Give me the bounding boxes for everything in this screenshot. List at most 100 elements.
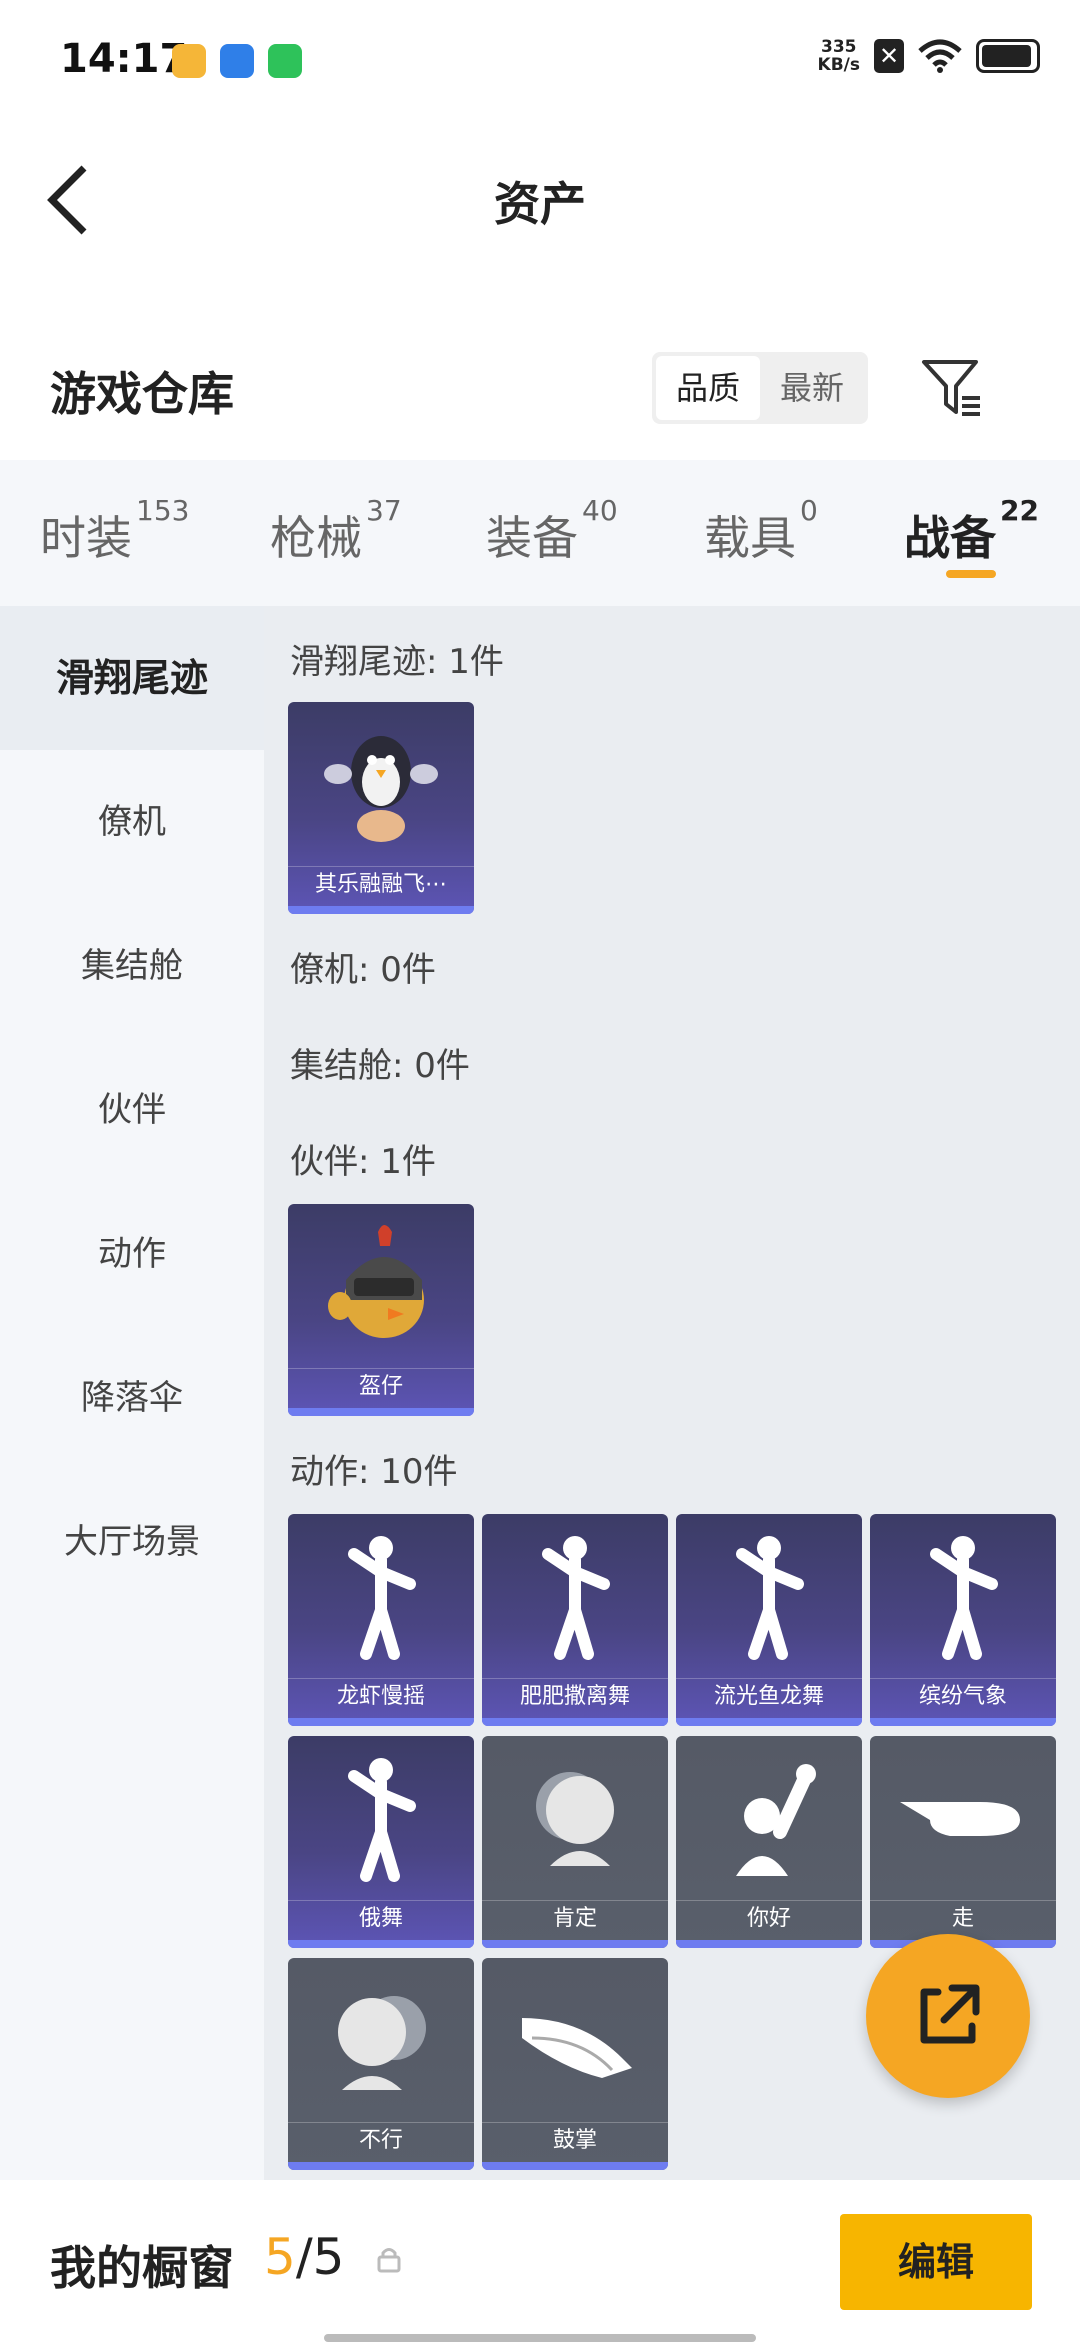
wave-hand-icon <box>736 1764 816 1876</box>
rarity-bar <box>676 1940 862 1948</box>
tab-vehicles[interactable]: 载具0 <box>704 494 818 568</box>
warehouse-header: 游戏仓库 品质 最新 <box>0 310 1080 460</box>
penguin-icon <box>324 736 438 842</box>
nod-head-icon <box>536 1772 614 1866</box>
external-link-icon <box>920 1984 980 2044</box>
item-card[interactable]: 其乐融融飞⋯ <box>288 702 474 914</box>
showcase-total: 5 <box>312 2228 345 2286</box>
emote-card[interactable]: 肯定 <box>482 1736 668 1948</box>
sidebar-item-wingman[interactable]: 僚机 <box>0 750 264 894</box>
share-fab-button[interactable] <box>866 1934 1030 2098</box>
tab-count: 22 <box>1000 494 1039 527</box>
sidebar-item-glide-trail[interactable]: 滑翔尾迹 <box>0 606 264 750</box>
clap-hands-icon <box>522 2018 632 2078</box>
item-name: 不行 <box>288 2122 474 2158</box>
item-name: 俄舞 <box>288 1900 474 1936</box>
tab-weapons[interactable]: 枪械37 <box>270 494 402 568</box>
rarity-bar <box>288 1718 474 1726</box>
emote-card[interactable]: 肥肥撒离舞 <box>482 1514 668 1726</box>
sidebar-item-companion[interactable]: 伙伴 <box>0 1038 264 1182</box>
emote-card[interactable]: 你好 <box>676 1736 862 1948</box>
tab-count: 37 <box>366 494 402 527</box>
rarity-bar <box>676 1718 862 1726</box>
bulb-app-icon <box>172 44 206 78</box>
dance-figure-icon <box>542 1536 610 1660</box>
section-title: 滑翔尾迹: 1件 <box>290 642 504 682</box>
status-icons: 335 KB/s ✕ <box>818 38 1040 74</box>
wechat-icon <box>268 44 302 78</box>
showcase-title: 我的橱窗 <box>50 2241 234 2295</box>
tab-count: 40 <box>582 494 618 527</box>
item-name: 走 <box>870 1900 1056 1936</box>
rarity-bar <box>288 2162 474 2170</box>
emote-card[interactable]: 俄舞 <box>288 1736 474 1948</box>
filter-icon[interactable] <box>920 358 984 418</box>
rarity-bar <box>482 1718 668 1726</box>
dance-figure-icon <box>348 1536 416 1660</box>
rarity-bar <box>288 906 474 914</box>
active-tab-indicator <box>946 570 996 578</box>
item-name: 缤纷气象 <box>870 1678 1056 1714</box>
battery-icon <box>976 39 1040 73</box>
x-app-icon: ✕ <box>874 39 904 73</box>
tab-fashion[interactable]: 时装153 <box>40 494 189 568</box>
rarity-bar <box>870 1718 1056 1726</box>
sidebar-item-parachute[interactable]: 降落伞 <box>0 1326 264 1470</box>
net-speed-unit: KB/s <box>817 55 860 75</box>
emote-card[interactable]: 龙虾慢摇 <box>288 1514 474 1726</box>
category-tabs: 时装153 枪械37 装备40 载具0 战备22 <box>0 460 1080 606</box>
warehouse-title: 游戏仓库 <box>50 367 234 421</box>
tab-equipment[interactable]: 装备40 <box>486 494 618 568</box>
sidebar: 滑翔尾迹 僚机 集结舱 伙伴 动作 降落伞 大厅场景 <box>0 606 264 2180</box>
dance-figure-icon <box>348 1758 416 1882</box>
item-card[interactable]: 盔仔 <box>288 1204 474 1416</box>
section-title: 伙伴: 1件 <box>290 1142 436 1182</box>
sort-quality-button[interactable]: 品质 <box>656 356 760 420</box>
emote-card[interactable]: 流光鱼龙舞 <box>676 1514 862 1726</box>
status-bar: 14:17 335 KB/s ✕ <box>0 0 1080 120</box>
net-speed: 335 KB/s <box>818 38 860 74</box>
battery-level <box>982 45 1032 67</box>
dance-figure-icon <box>930 1536 998 1660</box>
emote-card[interactable]: 鼓掌 <box>482 1958 668 2170</box>
section-title: 动作: 10件 <box>290 1452 458 1492</box>
item-name: 肥肥撒离舞 <box>482 1678 668 1714</box>
home-indicator <box>324 2334 756 2342</box>
dance-figure-icon <box>736 1536 804 1660</box>
item-name: 龙虾慢摇 <box>288 1678 474 1714</box>
rarity-bar <box>482 2162 668 2170</box>
tab-count: 153 <box>136 494 190 527</box>
showcase-separator: / <box>295 2228 313 2286</box>
tab-label: 装备 <box>486 511 578 565</box>
shake-head-icon <box>338 1996 426 2090</box>
tab-label: 枪械 <box>270 511 362 565</box>
tab-combat-gear[interactable]: 战备22 <box>904 494 1039 568</box>
emote-card[interactable]: 不行 <box>288 1958 474 2170</box>
clock: 14:17 <box>60 36 188 82</box>
emote-card[interactable]: 缤纷气象 <box>870 1514 1056 1726</box>
sort-toggle: 品质 最新 <box>652 352 868 424</box>
sort-newest-button[interactable]: 最新 <box>760 356 864 420</box>
rarity-bar <box>288 1940 474 1948</box>
page-title: 资产 <box>494 177 586 231</box>
showcase-current: 5 <box>264 2228 296 2286</box>
sidebar-item-assembly-pod[interactable]: 集结舱 <box>0 894 264 1038</box>
item-name: 鼓掌 <box>482 2122 668 2158</box>
sidebar-item-lobby-scene[interactable]: 大厅场景 <box>0 1470 264 1614</box>
edit-button[interactable]: 编辑 <box>840 2214 1032 2310</box>
item-name: 肯定 <box>482 1900 668 1936</box>
item-name: 你好 <box>676 1900 862 1936</box>
showcase-bar: 我的橱窗 5/5 编辑 <box>0 2180 1080 2344</box>
section-title: 集结舱: 0件 <box>290 1046 470 1086</box>
item-name: 其乐融融飞⋯ <box>288 866 474 902</box>
emote-card[interactable]: 走 <box>870 1736 1056 1948</box>
item-name: 盔仔 <box>288 1368 474 1404</box>
net-speed-value: 335 <box>821 37 857 57</box>
section-title: 僚机: 0件 <box>290 950 436 990</box>
lock-icon <box>377 2248 401 2273</box>
point-hand-icon <box>900 1802 1020 1836</box>
sidebar-item-emote[interactable]: 动作 <box>0 1182 264 1326</box>
rarity-bar <box>482 1940 668 1948</box>
header: 资产 <box>0 120 1080 280</box>
tab-label: 战备 <box>904 511 996 565</box>
